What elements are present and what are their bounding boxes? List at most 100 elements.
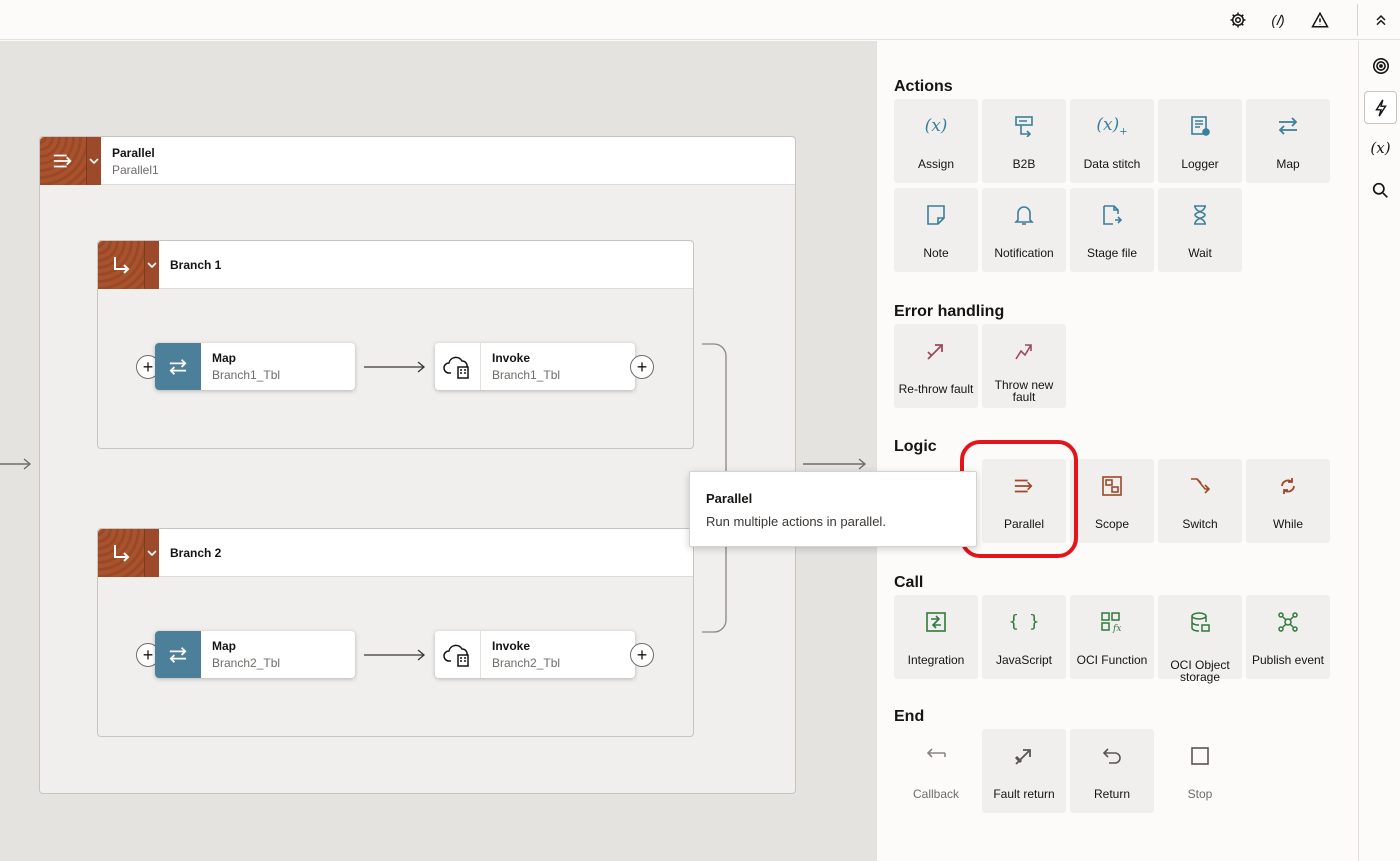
node-subtitle: Branch1_Tbl [212, 368, 281, 382]
palette-item-stop: Stop [1158, 729, 1242, 813]
warning-icon[interactable] [1306, 6, 1334, 34]
palette-item-javascript[interactable]: { } JavaScript [982, 595, 1066, 679]
branch-title: Branch 2 [170, 546, 222, 560]
gear-icon[interactable] [1224, 6, 1252, 34]
variable-icon: (x) [924, 116, 948, 136]
palette-item-label: Re-throw fault [898, 382, 974, 396]
parallel-icon [40, 137, 86, 185]
bell-icon [982, 203, 1066, 227]
palette-item-label: Return [1093, 787, 1131, 801]
actions-palette: Actions (x) Assign B2B (x)+ Data stitch … [876, 41, 1357, 861]
palette-item-oci-object-storage[interactable]: OCI Object storage [1158, 595, 1242, 683]
palette-item-wait[interactable]: Wait [1158, 188, 1242, 272]
palette-item-stage-file[interactable]: Stage file [1070, 188, 1154, 272]
tooltip-title: Parallel [706, 491, 753, 506]
throw-icon [982, 339, 1066, 363]
palette-item-return[interactable]: Return [1070, 729, 1154, 813]
flow-arrow [364, 361, 426, 373]
map-icon [1246, 114, 1330, 138]
target-icon[interactable] [1364, 49, 1397, 82]
chevron-down-icon[interactable] [86, 137, 101, 185]
palette-item-label: Parallel [1003, 517, 1045, 531]
palette-item-logger[interactable]: Logger [1158, 99, 1242, 183]
tooltip: Parallel Run multiple actions in paralle… [689, 471, 977, 547]
palette-item-label: OCI Object storage [1170, 658, 1230, 684]
switch-icon [1158, 474, 1242, 498]
incoming-arrow [0, 458, 32, 470]
palette-item-rethrow-fault[interactable]: Re-throw fault [894, 324, 978, 408]
function-icon: fx [1070, 610, 1154, 634]
palette-item-label: While [1272, 517, 1303, 531]
palette-item-switch[interactable]: Switch [1158, 459, 1242, 543]
palette-item-b2b[interactable]: B2B [982, 99, 1066, 183]
stop-icon [1158, 744, 1242, 768]
section-title-call: Call [894, 574, 924, 591]
outgoing-arrow [803, 458, 867, 470]
palette-item-scope[interactable]: Scope [1070, 459, 1154, 543]
palette-item-publish-event[interactable]: Publish event [1246, 595, 1330, 679]
node-title: Map [212, 639, 236, 653]
palette-item-map[interactable]: Map [1246, 99, 1330, 183]
palette-item-fault-return[interactable]: Fault return [982, 729, 1066, 813]
node-subtitle: Branch1_Tbl [492, 368, 561, 382]
invoke-node[interactable]: Invoke Branch2_Tbl [435, 631, 635, 678]
integration-icon [894, 610, 978, 634]
palette-item-data-stitch[interactable]: (x)+ Data stitch [1070, 99, 1154, 183]
section-title-actions: Actions [894, 78, 953, 95]
palette-item-label: Throw new fault [994, 378, 1054, 404]
parallel-header[interactable]: Parallel Parallel1 [40, 137, 795, 185]
palette-item-label: Stop [1187, 787, 1213, 801]
loop-icon [1246, 474, 1330, 498]
variables-icon[interactable]: (x) [1364, 131, 1397, 164]
invoke-node[interactable]: Invoke Branch1_Tbl [435, 343, 635, 390]
palette-item-parallel[interactable]: Parallel [982, 459, 1066, 543]
chevron-down-icon[interactable] [144, 529, 159, 577]
palette-item-label: Scope [1094, 517, 1130, 531]
variables-icon[interactable]: (𝐼) [1264, 6, 1292, 34]
palette-item-label: Logger [1181, 157, 1219, 171]
parallel-title: Parallel [112, 146, 155, 160]
node-subtitle: Branch2_Tbl [212, 656, 281, 670]
parallel-container[interactable]: Parallel Parallel1 Branch 1 + Map Branch… [39, 136, 796, 794]
integration-canvas[interactable]: Parallel Parallel1 Branch 1 + Map Branch… [0, 41, 876, 861]
palette-item-notification[interactable]: Notification [982, 188, 1066, 272]
svg-text:fx: fx [1112, 624, 1121, 633]
branch-container[interactable]: Branch 2 + Map Branch2_Tbl Invoke Branch… [97, 528, 694, 737]
palette-item-label: Map [1276, 157, 1300, 171]
palette-item-while[interactable]: While [1246, 459, 1330, 543]
search-icon[interactable] [1364, 174, 1397, 207]
branch-header[interactable]: Branch 2 [98, 529, 693, 577]
node-title: Invoke [492, 351, 531, 365]
callback-icon [894, 744, 978, 768]
section-title-end: End [894, 708, 925, 725]
map-node[interactable]: Map Branch2_Tbl [155, 631, 355, 678]
return-icon [1070, 744, 1154, 768]
branch-icon [98, 529, 144, 577]
fault-return-icon [982, 744, 1066, 768]
note-icon [894, 203, 978, 227]
palette-item-label: Note [923, 246, 949, 260]
palette-item-assign[interactable]: (x) Assign [894, 99, 978, 183]
lightning-icon[interactable] [1364, 91, 1397, 124]
add-action-button[interactable]: + [630, 355, 654, 379]
palette-item-note[interactable]: Note [894, 188, 978, 272]
flow-arrow [364, 649, 426, 661]
node-title: Map [212, 351, 236, 365]
node-subtitle: Branch2_Tbl [492, 656, 561, 670]
palette-item-throw-new-fault[interactable]: Throw new fault [982, 324, 1066, 408]
chevron-down-icon[interactable] [144, 241, 159, 289]
palette-item-label: Publish event [1251, 653, 1325, 667]
branch-container[interactable]: Branch 1 + Map Branch1_Tbl Invoke Branch… [97, 240, 694, 449]
collapse-up-icon[interactable] [1367, 6, 1395, 34]
palette-item-label: OCI Function [1076, 653, 1148, 667]
branch-header[interactable]: Branch 1 [98, 241, 693, 289]
palette-item-oci-function[interactable]: fx OCI Function [1070, 595, 1154, 679]
scope-icon [1070, 474, 1154, 498]
map-node[interactable]: Map Branch1_Tbl [155, 343, 355, 390]
braces-icon: { } [1008, 612, 1040, 632]
hourglass-icon [1158, 203, 1242, 227]
palette-item-label: Notification [994, 246, 1054, 260]
add-action-button[interactable]: + [630, 643, 654, 667]
palette-item-integration[interactable]: Integration [894, 595, 978, 679]
parallel-subtitle: Parallel1 [112, 163, 159, 177]
